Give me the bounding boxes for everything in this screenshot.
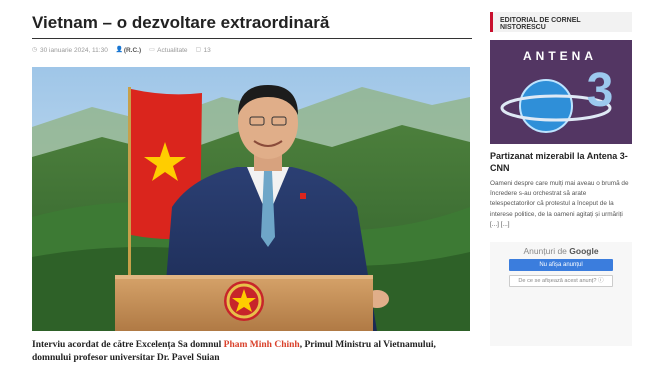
article-meta: ◷ 30 ianuarie 2024, 11:30 👤 (R.C.) ▭ Act… [32,44,472,56]
article-main: Vietnam – o dezvoltare extraordinară ◷ 3… [32,12,472,365]
article-caption: Interviu acordat de către Excelența Sa d… [32,339,472,365]
article-category[interactable]: ▭ Actualitate [149,47,187,54]
sidebar-heading: EDITORIAL DE CORNEL NISTORESCU [490,12,632,32]
antena3-logo: ANTENA 3 [490,40,632,144]
antena-logo-number: 3 [587,64,614,117]
ad-label-text: Anunțuri de [523,246,570,257]
caption-intro: Interviu acordat de către Excelența Sa d… [32,340,224,350]
comment-icon: ▢ [195,47,202,53]
clock-icon: ◷ [32,47,38,53]
hero-photo [32,67,470,331]
antena-logo-text: ANTENA [523,49,597,63]
article-date-text: 30 ianuarie 2024, 11:30 [40,46,108,54]
why-ad-button[interactable]: De ce se afișează acest anunț? ⓘ [509,275,613,288]
hide-ad-button[interactable]: Nu afișa anunțul [509,259,613,272]
sidebar-read-more[interactable]: [...] [...] [490,221,510,228]
article-author[interactable]: 👤 (R.C.) [116,47,141,54]
article-hero-image [32,67,470,331]
article-date: ◷ 30 ianuarie 2024, 11:30 [32,47,108,54]
sidebar: EDITORIAL DE CORNEL NISTORESCU ANTENA 3 … [490,12,632,347]
folder-icon: ▭ [149,47,155,53]
article-title[interactable]: Vietnam – o dezvoltare extraordinară [32,12,472,39]
article-author-text[interactable]: (R.C.) [124,47,141,54]
caption-highlight-name[interactable]: Pham Minh Chinh [224,340,300,350]
google-label: Google [569,246,599,257]
user-icon: 👤 [115,47,124,53]
podium [115,275,373,331]
antena3-image[interactable]: ANTENA 3 [490,40,632,144]
ad-label: Anunțuri de Google [490,242,632,256]
sidebar-post-excerpt: Oameni despre care mulți mai aveau o bru… [490,179,632,230]
article-comments-count[interactable]: 13 [204,47,211,54]
sidebar-post-title[interactable]: Partizanat mizerabil la Antena 3-CNN [490,150,632,174]
sidebar-post-excerpt-text: Oameni despre care mulți mai aveau o bru… [490,180,629,218]
article-comments[interactable]: ▢ 13 [196,47,211,54]
article-category-text[interactable]: Actualitate [157,47,187,54]
google-ad-block: Anunțuri de Google Nu afișa anunțul De c… [490,242,632,347]
